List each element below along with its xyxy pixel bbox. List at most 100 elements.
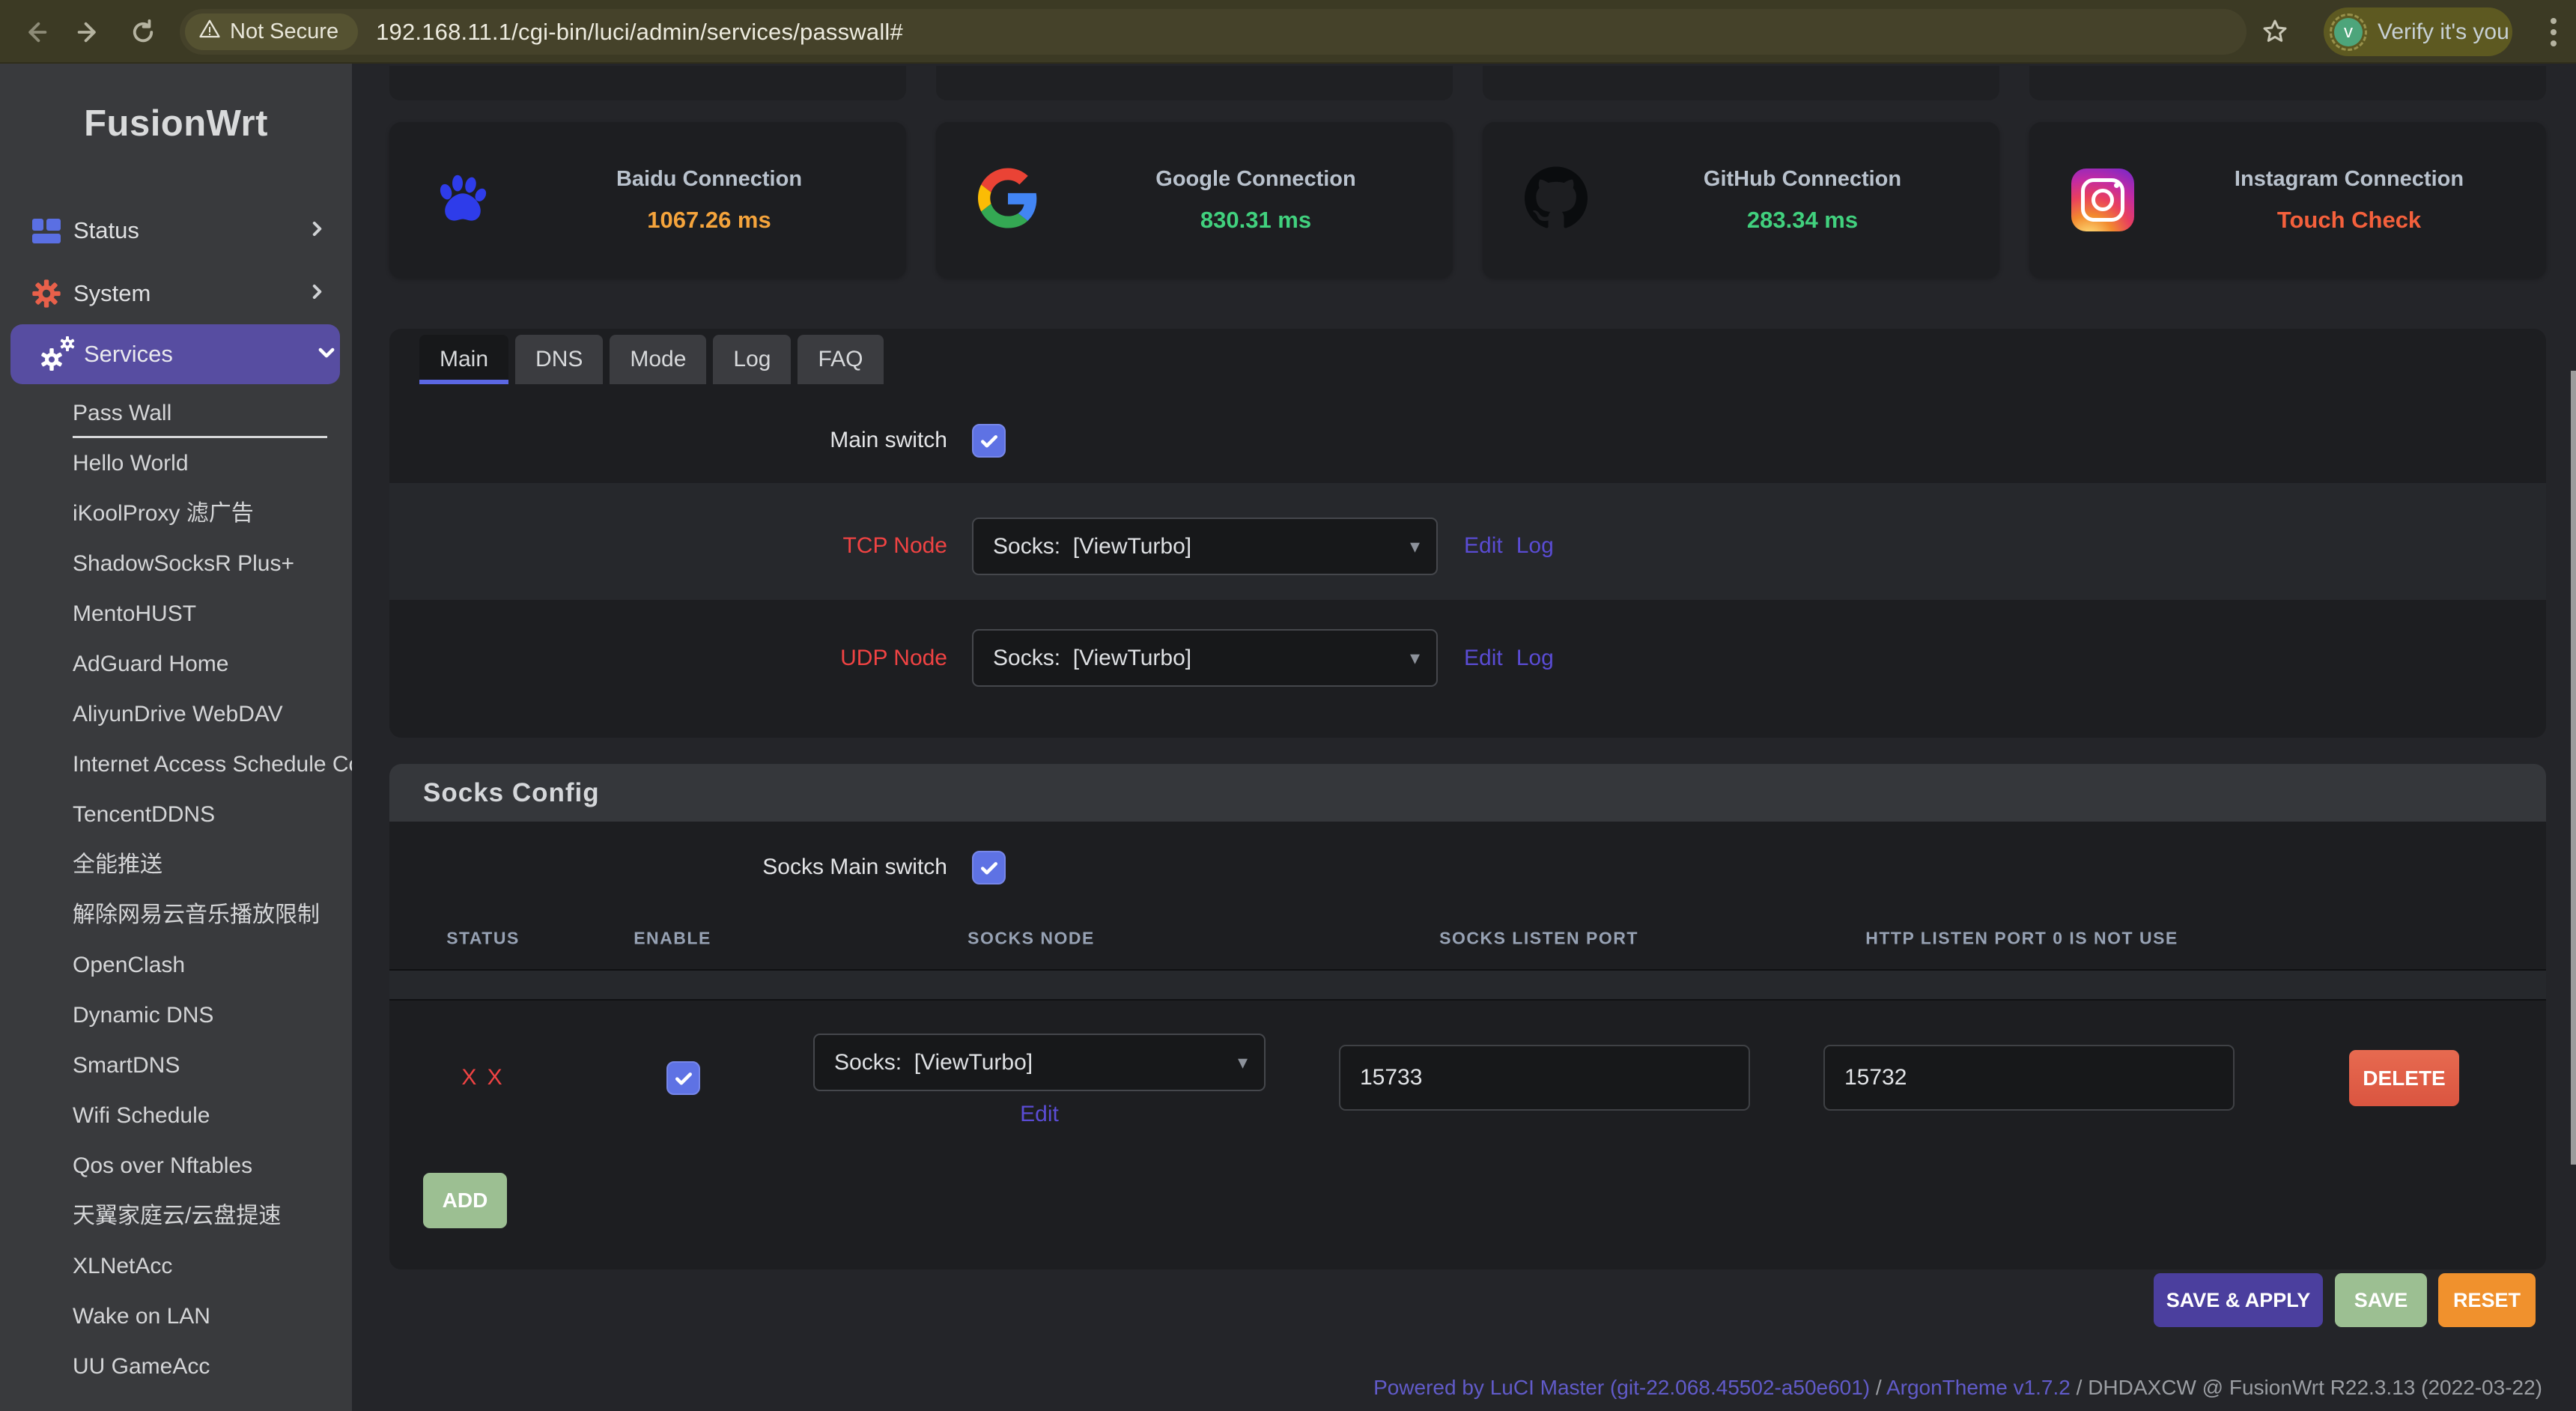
url-text[interactable]: 192.168.11.1/cgi-bin/luci/admin/services… [376, 19, 903, 46]
sidebar: FusionWrt Status System Services [0, 64, 352, 1411]
app-logo: FusionWrt [0, 103, 352, 145]
tcp-log-link[interactable]: Log [1516, 533, 1554, 558]
page-footer: Powered by LuCI Master (git-22.068.45502… [352, 1376, 2542, 1400]
instagram-icon [2071, 169, 2134, 231]
sidebar-item-helloworld[interactable]: Hello World [0, 438, 352, 488]
main-content: Baidu Connection 1067.26 ms Google Conne… [352, 64, 2576, 1411]
sidebar-item-passwall[interactable]: Pass Wall [0, 388, 352, 438]
table-divider-row [389, 969, 2546, 1001]
services-submenu: Pass Wall Hello World iKoolProxy 滤广告 Sha… [0, 388, 352, 1392]
socks-main-switch-checkbox[interactable] [972, 851, 1006, 884]
sidebar-item-ddns[interactable]: Dynamic DNS [0, 990, 352, 1040]
card-latency-value: 283.34 ms [1747, 207, 1858, 234]
tcp-node-label: TCP Node [389, 533, 947, 559]
browser-menu-icon[interactable] [2551, 18, 2558, 52]
luci-link[interactable]: Powered by LuCI Master (git-22.068.45502… [1373, 1376, 1870, 1399]
chevron-right-icon [307, 219, 326, 243]
udp-log-link[interactable]: Log [1516, 646, 1554, 670]
sidebar-item-openclash[interactable]: OpenClash [0, 940, 352, 990]
tcp-edit-link[interactable]: Edit [1464, 533, 1503, 558]
http-listen-port-input[interactable] [1823, 1045, 2235, 1111]
sidebar-item-unblock-netease[interactable]: 解除网易云音乐播放限制 [0, 890, 352, 940]
sidebar-item-mentohust[interactable]: MentoHUST [0, 589, 352, 639]
add-button[interactable]: ADD [423, 1173, 507, 1228]
sidebar-item-adguard[interactable]: AdGuard Home [0, 639, 352, 689]
card-github-connection: GitHub Connection 283.34 ms [1483, 122, 1999, 278]
sidebar-item-ssrplus[interactable]: ShadowSocksR Plus+ [0, 538, 352, 589]
tab-log[interactable]: Log [713, 335, 791, 384]
refresh-icon[interactable] [126, 15, 160, 49]
sidebar-item-status[interactable]: Status [0, 199, 352, 262]
address-bar[interactable]: Not Secure 192.168.11.1/cgi-bin/luci/adm… [180, 9, 2247, 55]
col-header-status: STATUS [446, 929, 520, 949]
sidebar-item-ikoolproxy[interactable]: iKoolProxy 滤广告 [0, 488, 352, 538]
forward-icon[interactable] [71, 15, 106, 49]
github-octocat-icon [1525, 167, 1588, 234]
card-status-value: Touch Check [2277, 207, 2421, 234]
save-button[interactable]: SAVE [2335, 1273, 2427, 1327]
socks-main-switch-label: Socks Main switch [389, 855, 947, 880]
section-header: Socks Config [389, 764, 2546, 822]
udp-edit-link[interactable]: Edit [1464, 646, 1503, 670]
bookmark-star-icon[interactable] [2260, 16, 2290, 50]
card-latency-value: 1067.26 ms [647, 207, 771, 234]
sidebar-item-services[interactable]: Services [10, 324, 340, 384]
socks-row-status: X X [461, 1065, 504, 1090]
partial-card [2029, 66, 2546, 100]
save-apply-button[interactable]: SAVE & APPLY [2154, 1273, 2323, 1327]
socks-listen-port-input[interactable] [1339, 1045, 1750, 1111]
card-title: Instagram Connection [2235, 167, 2464, 192]
card-google-connection: Google Connection 830.31 ms [936, 122, 1453, 278]
tab-dns[interactable]: DNS [515, 335, 603, 384]
warning-icon [198, 18, 221, 46]
sidebar-item-smartdns[interactable]: SmartDNS [0, 1040, 352, 1090]
sidebar-item-push[interactable]: 全能推送 [0, 840, 352, 890]
chevron-down-icon [316, 342, 337, 367]
firmware-version-text: DHDAXCW @ FusionWrt R22.3.13 (2022-03-22… [2088, 1376, 2542, 1399]
sidebar-item-xlnetacc[interactable]: XLNetAcc [0, 1241, 352, 1291]
not-secure-chip[interactable]: Not Secure [185, 13, 358, 50]
socks-row-edit-link[interactable]: Edit [1020, 1102, 1059, 1127]
back-icon[interactable] [19, 15, 53, 49]
passwall-panel: Main DNS Mode Log FAQ Main switch TCP No… [389, 329, 2546, 738]
sidebar-item-aliyundrive[interactable]: AliyunDrive WebDAV [0, 689, 352, 739]
tcp-node-select[interactable]: Socks: [ViewTurbo] ▾ [972, 518, 1438, 575]
argon-theme-link[interactable]: ArgonTheme v1.7.2 [1886, 1376, 2071, 1399]
card-title: Google Connection [1155, 167, 1355, 192]
dropdown-caret-icon: ▾ [1238, 1051, 1248, 1074]
col-header-http-listen-port: HTTP LISTEN PORT 0 IS NOT USE [1865, 929, 2178, 949]
socks-config-section: Socks Config Socks Main switch STATUS EN… [389, 764, 2546, 1269]
sidebar-item-tianyi[interactable]: 天翼家庭云/云盘提速 [0, 1191, 352, 1241]
dropdown-caret-icon: ▾ [1410, 535, 1420, 558]
avatar: v [2334, 18, 2363, 46]
delete-button[interactable]: DELETE [2349, 1050, 2459, 1106]
partial-card [389, 66, 906, 100]
section-title: Socks Config [423, 778, 600, 808]
tab-faq[interactable]: FAQ [798, 335, 883, 384]
sidebar-item-wol[interactable]: Wake on LAN [0, 1291, 352, 1341]
card-title: GitHub Connection [1704, 167, 1901, 192]
scrollbar-thumb[interactable] [2571, 371, 2576, 1165]
tab-mode[interactable]: Mode [610, 335, 706, 384]
tcp-node-links: Edit Log [1464, 533, 1567, 559]
udp-node-select[interactable]: Socks: [ViewTurbo] ▾ [972, 629, 1438, 687]
profile-button[interactable]: v Verify it's you [2324, 7, 2512, 56]
tab-main[interactable]: Main [419, 335, 508, 384]
sidebar-item-system[interactable]: System [0, 262, 352, 325]
gear-icon [31, 279, 61, 309]
main-switch-checkbox[interactable] [972, 424, 1006, 458]
chevron-right-icon [307, 282, 326, 306]
sidebar-item-wifischedule[interactable]: Wifi Schedule [0, 1090, 352, 1141]
sidebar-item-tencentddns[interactable]: TencentDDNS [0, 789, 352, 840]
browser-toolbar: Not Secure 192.168.11.1/cgi-bin/luci/adm… [0, 0, 2576, 64]
reset-button[interactable]: RESET [2438, 1273, 2536, 1327]
sidebar-item-qos[interactable]: Qos over Nftables [0, 1141, 352, 1191]
sidebar-item-schedule-control[interactable]: Internet Access Schedule Con [0, 739, 352, 789]
col-header-enable: ENABLE [634, 929, 711, 949]
socks-row-enable-checkbox[interactable] [666, 1061, 700, 1095]
sidebar-item-uugameacc[interactable]: UU GameAcc [0, 1341, 352, 1392]
security-label: Not Secure [230, 19, 338, 44]
socks-node-select[interactable]: Socks: [ViewTurbo] ▾ [813, 1034, 1266, 1091]
profile-label: Verify it's you [2378, 19, 2509, 45]
google-g-icon [978, 169, 1038, 232]
